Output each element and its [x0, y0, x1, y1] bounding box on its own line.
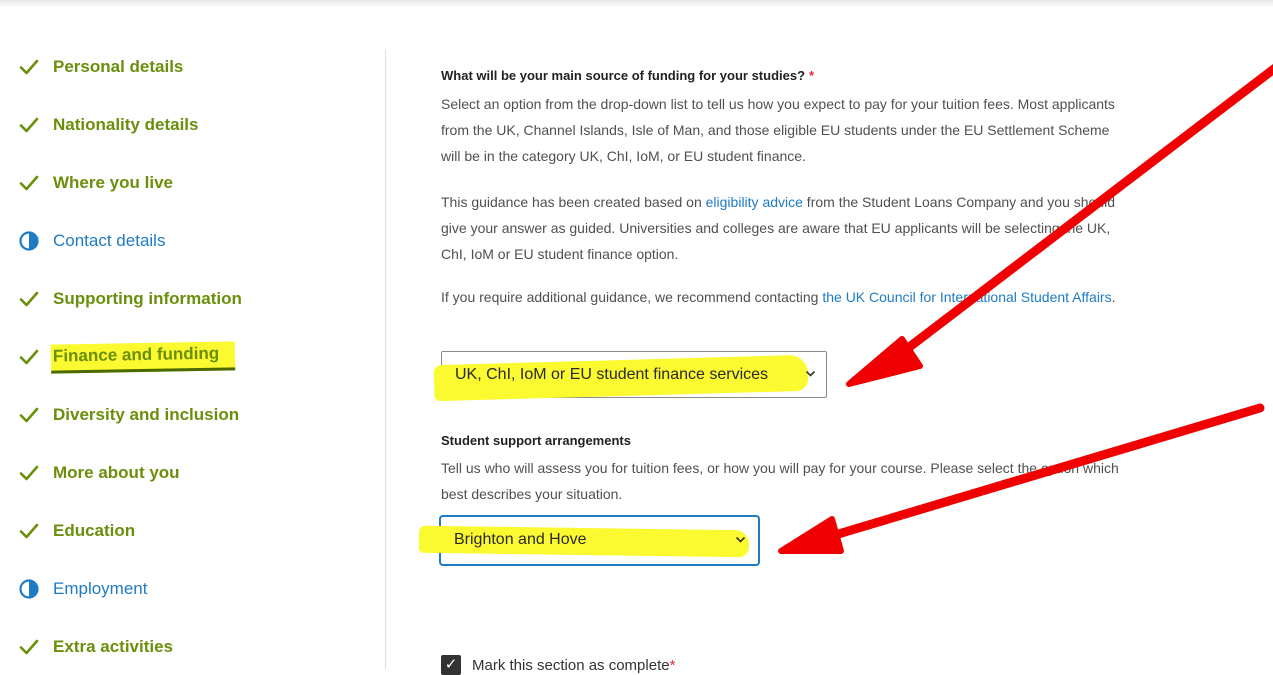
sidebar-divider: [385, 50, 386, 669]
sidebar-item-label: Extra activities: [53, 637, 174, 656]
sidebar-item-personal-details[interactable]: Personal details: [18, 52, 183, 82]
sidebar-item-education[interactable]: Education: [18, 516, 135, 546]
support-question-title: Student support arrangements: [441, 433, 631, 448]
support-arrangements-select[interactable]: Brighton and Hove: [418, 515, 760, 566]
funding-question-title: What will be your main source of funding…: [441, 68, 814, 83]
sidebar-item-label: More about you: [53, 463, 180, 482]
required-marker: *: [669, 656, 676, 674]
ukcisa-link[interactable]: the UK Council for International Student…: [822, 289, 1111, 305]
funding-question-text: What will be your main source of funding…: [441, 68, 806, 83]
sidebar-item-where-you-live[interactable]: Where you live: [18, 168, 173, 198]
check-icon: [18, 520, 40, 542]
guidance-text: .: [1111, 289, 1116, 305]
support-guidance-text: Tell us who will assess you for tuition …: [441, 460, 1119, 502]
support-question-text: Student support arrangements: [441, 433, 631, 448]
sidebar-item-label: Employment: [53, 579, 148, 598]
mark-complete-checkbox[interactable]: ✓: [441, 655, 461, 675]
sidebar-item-employment[interactable]: Employment: [18, 574, 147, 604]
sidebar-item-label: Nationality details: [53, 115, 199, 134]
additional-guidance-text: If you require additional guidance, we r…: [441, 284, 1121, 310]
check-icon: [18, 636, 40, 658]
sidebar-item-label: Education: [53, 521, 136, 540]
chevron-down-icon: [805, 369, 816, 381]
guidance-text: If you require additional guidance, we r…: [441, 289, 823, 305]
sidebar-item-label: Personal details: [53, 57, 184, 76]
half-circle-icon: [18, 578, 40, 600]
funding-source-select[interactable]: UK, ChI, IoM or EU student finance servi…: [433, 351, 827, 402]
support-arrangements-value: Brighton and Hove: [454, 531, 587, 548]
sidebar-item-extra-activities[interactable]: Extra activities: [18, 632, 173, 662]
funding-guidance-text: Select an option from the drop-down list…: [441, 96, 1115, 164]
check-icon: [18, 172, 40, 194]
sidebar-item-contact-details[interactable]: Contact details: [18, 226, 165, 256]
funding-source-value: UK, ChI, IoM or EU student finance servi…: [455, 366, 769, 383]
sidebar-item-finance-and-funding[interactable]: Finance and funding: [18, 340, 236, 374]
sidebar-item-label: Diversity and inclusion: [53, 405, 240, 424]
guidance-text: This guidance has been created based on: [441, 194, 706, 210]
mark-complete-text: Mark this section as complete: [472, 656, 670, 674]
mark-complete-row: ✓ Mark this section as complete*: [441, 655, 675, 675]
chevron-down-icon: [735, 535, 746, 547]
sidebar-item-label: Supporting information: [53, 289, 242, 308]
eligibility-guidance-text: This guidance has been created based on …: [441, 189, 1121, 267]
sidebar-item-label: Finance and funding: [50, 340, 236, 374]
eligibility-advice-link[interactable]: eligibility advice: [706, 194, 803, 210]
section-navigation: Personal details Nationality details Whe…: [0, 0, 386, 669]
sidebar-item-label: Contact details: [53, 231, 166, 250]
check-icon: [18, 346, 40, 368]
sidebar-item-supporting-information[interactable]: Supporting information: [18, 284, 242, 314]
check-icon: [18, 288, 40, 310]
check-icon: [18, 56, 40, 78]
sidebar-item-more-about-you[interactable]: More about you: [18, 458, 180, 488]
check-icon: [18, 114, 40, 136]
sidebar-item-diversity-and-inclusion[interactable]: Diversity and inclusion: [18, 400, 239, 430]
check-icon: [18, 404, 40, 426]
check-icon: [18, 462, 40, 484]
sidebar-item-nationality-details[interactable]: Nationality details: [18, 110, 198, 140]
required-marker: *: [809, 68, 815, 83]
mark-complete-label: Mark this section as complete*: [472, 657, 675, 674]
sidebar-item-label: Where you live: [53, 173, 173, 192]
half-circle-icon: [18, 230, 40, 252]
